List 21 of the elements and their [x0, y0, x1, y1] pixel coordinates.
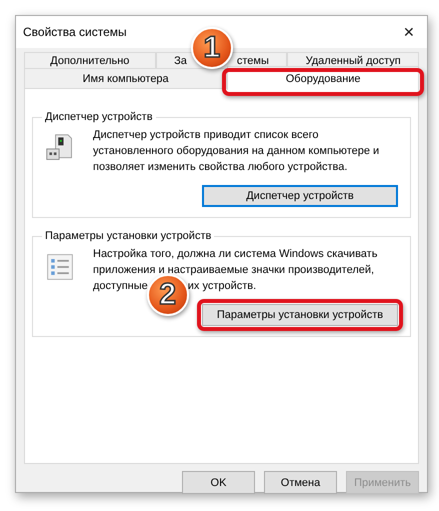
dialog-button[interactable]: Отмена [264, 471, 337, 494]
tab[interactable]: Имя компьютера [24, 68, 228, 88]
device-icon [45, 133, 75, 163]
tab[interactable]: За [174, 54, 187, 66]
group-title: Диспетчер устройств [44, 111, 154, 123]
description-text: установленного оборудования на данном компьютере и [93, 144, 380, 159]
settings-button[interactable]: Параметры установки устройств [202, 304, 398, 326]
tab[interactable]: Дополнительно [24, 52, 156, 68]
step-badge: 2 [146, 274, 189, 316]
description-text: доступные [93, 279, 148, 294]
description-text: их устройств. [188, 279, 256, 294]
description-text: Диспетчер устройств приводит список всего [93, 128, 319, 143]
settings-button[interactable]: Диспетчер устройств [202, 185, 398, 207]
dialog-button[interactable]: OK [182, 471, 255, 494]
description-text: позволяет изменить свойства любого устройства. [93, 160, 348, 175]
close-icon[interactable]: ✕ [399, 24, 419, 40]
group-title: Параметры установки устройств [44, 230, 212, 242]
checklist-icon [45, 252, 75, 282]
tab[interactable]: стемы [236, 54, 269, 66]
window-title: Свойства системы [23, 25, 127, 39]
description-text: Настройка того, должна ли система Windows скачивать [93, 247, 378, 262]
